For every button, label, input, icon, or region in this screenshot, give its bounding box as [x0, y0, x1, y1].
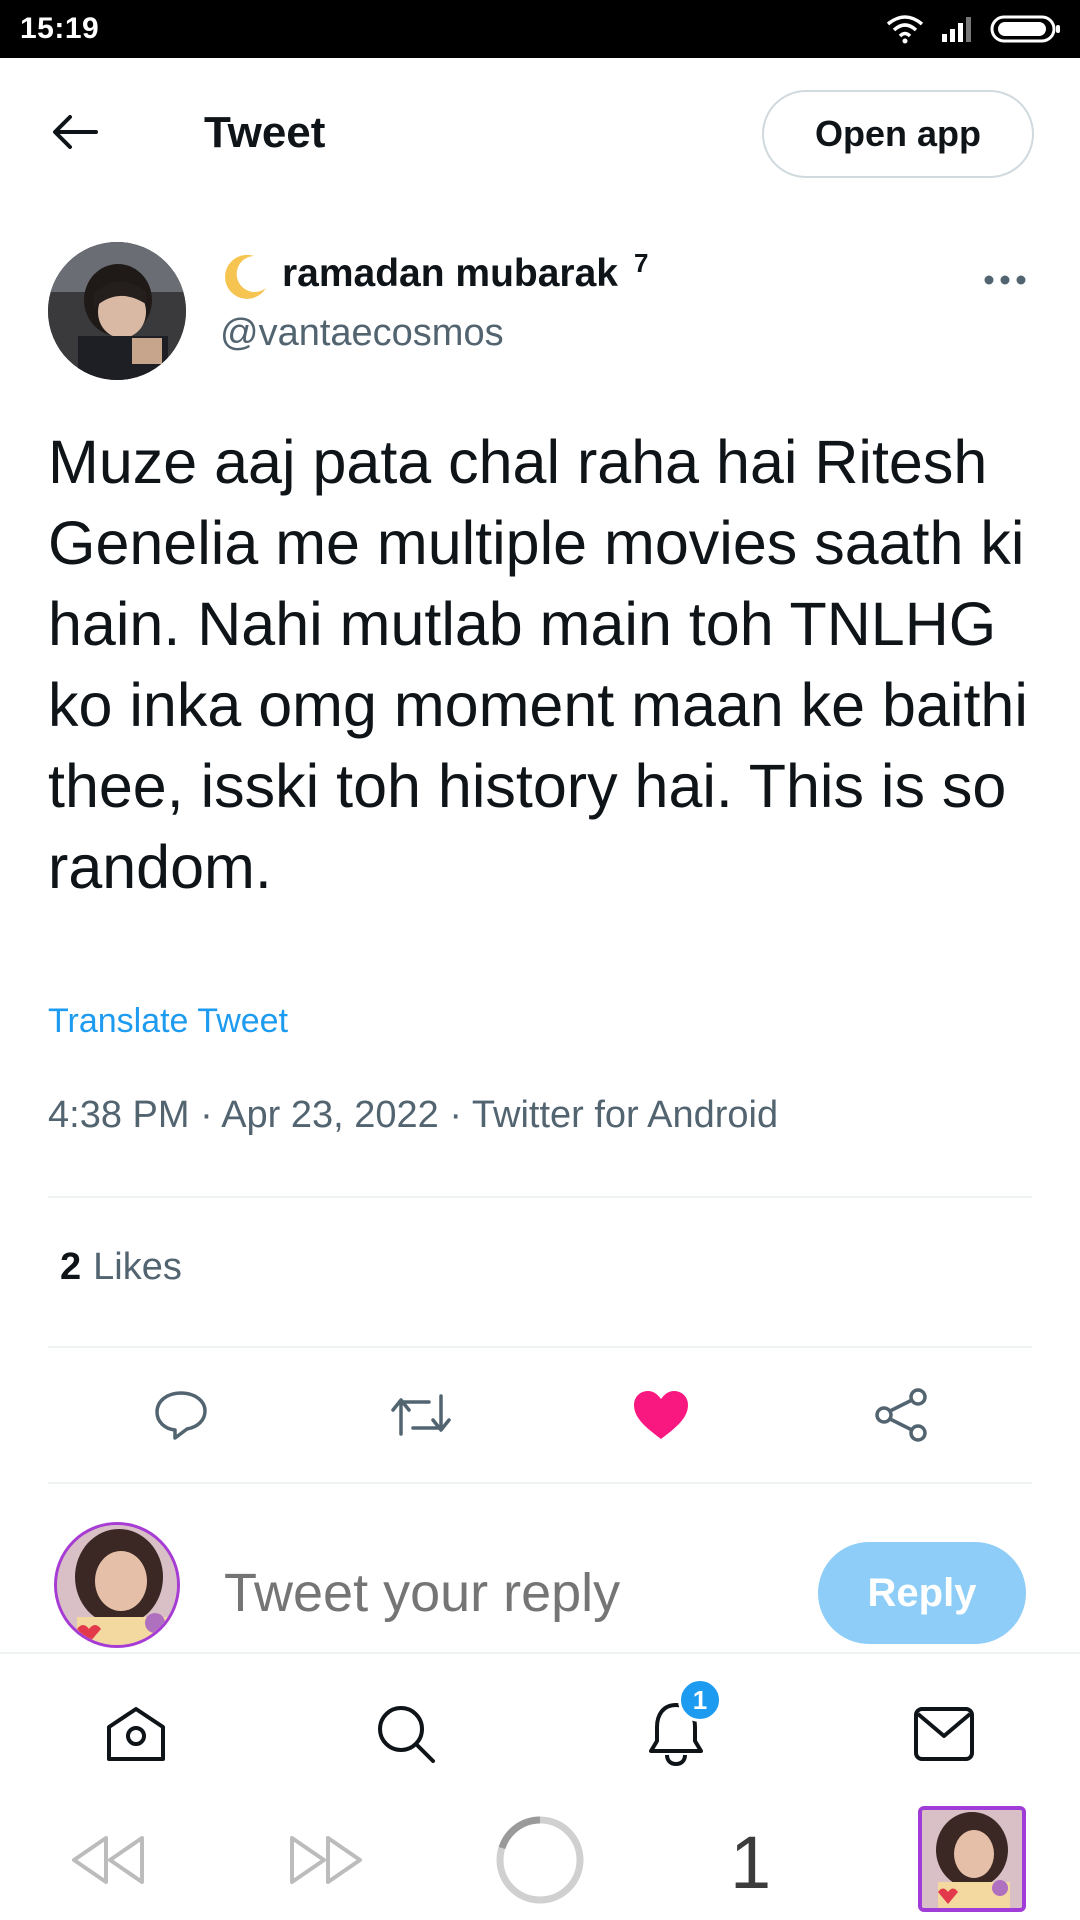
reply-icon [155, 1391, 207, 1440]
rewind-icon [72, 1836, 144, 1884]
nav-messages[interactable] [904, 1694, 984, 1774]
author-name[interactable]: ramadan mubarak 7 [220, 248, 648, 302]
status-icons [886, 12, 1062, 46]
tab-count[interactable]: 1 [730, 1820, 771, 1905]
likes-label: Likes [93, 1246, 182, 1288]
avatar-image [57, 1525, 177, 1645]
likes-count[interactable]: 2 Likes [60, 1246, 182, 1289]
arrow-left-icon [53, 115, 98, 149]
avatar-image [48, 242, 186, 380]
author-handle[interactable]: @vantaecosmos [220, 312, 504, 355]
crescent-moon-icon [225, 254, 266, 299]
share-icon [875, 1388, 927, 1442]
tweet-text: Muze aaj pata chal raha hai Ritesh Genel… [48, 428, 1028, 901]
browser-home-button[interactable] [494, 1816, 586, 1904]
retweet-icon [391, 1394, 451, 1436]
display-name-text: ramadan mubarak [282, 252, 618, 295]
circle-icon [496, 1816, 584, 1904]
top-header: Tweet Open app [0, 58, 1080, 206]
reply-input[interactable] [224, 1562, 784, 1624]
browser-forward-button[interactable] [286, 1820, 366, 1900]
like-button[interactable] [626, 1380, 696, 1450]
notification-badge: 1 [678, 1678, 722, 1722]
tab-thumbnail[interactable] [918, 1806, 1026, 1912]
like-icon [634, 1391, 688, 1439]
messages-icon [914, 1707, 974, 1761]
signal-icon [942, 17, 971, 42]
tweet-actions [0, 1380, 1080, 1450]
share-button[interactable] [866, 1380, 936, 1450]
tweet-metadata: 4:38 PM · Apr 23, 2022 · Twitter for And… [48, 1094, 779, 1136]
reply-button[interactable] [146, 1380, 216, 1450]
fast-forward-icon [290, 1836, 362, 1884]
divider [48, 1482, 1032, 1484]
author-avatar[interactable] [48, 242, 186, 380]
search-icon [378, 1706, 435, 1763]
nav-home[interactable] [96, 1694, 176, 1774]
browser-back-button[interactable] [68, 1820, 148, 1900]
status-time: 15:19 [20, 12, 100, 45]
thumbnail-image [922, 1810, 1022, 1908]
reply-submit-button[interactable]: Reply [818, 1542, 1026, 1644]
user-avatar[interactable] [54, 1522, 180, 1648]
more-options-button[interactable] [980, 268, 1030, 292]
open-app-button[interactable]: Open app [762, 90, 1034, 178]
retweet-button[interactable] [386, 1380, 456, 1450]
back-button[interactable] [44, 110, 104, 154]
nav-search[interactable] [366, 1694, 446, 1774]
divider [48, 1196, 1032, 1198]
status-bar: 15:19 [0, 0, 1080, 58]
page-title: Tweet [204, 108, 326, 157]
home-icon [107, 1707, 165, 1761]
wifi-icon [886, 15, 924, 44]
name-superscript: 7 [633, 248, 649, 278]
more-icon [984, 275, 1026, 285]
likes-number: 2 [60, 1246, 82, 1288]
bottom-navigation: 1 [0, 1652, 1080, 1800]
translate-tweet-link[interactable]: Translate Tweet [48, 1002, 288, 1041]
divider [48, 1346, 1032, 1348]
battery-icon [990, 15, 1060, 43]
